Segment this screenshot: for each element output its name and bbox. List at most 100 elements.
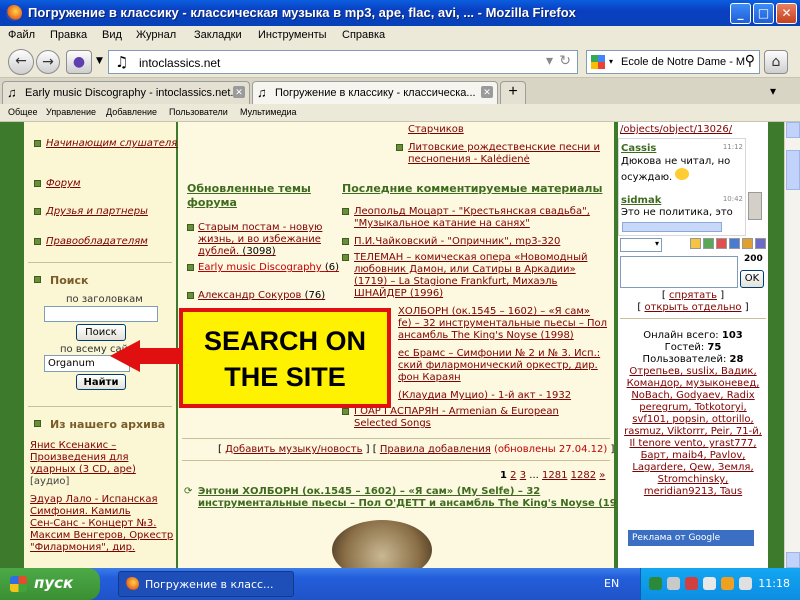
search-button[interactable]: Поиск <box>76 324 126 341</box>
smiley-select[interactable]: ▾ <box>620 238 662 252</box>
link-friends[interactable]: Друзья и партнеры <box>46 206 148 217</box>
archive-item[interactable]: Янис Ксенакис – Произведения для ударных… <box>30 440 136 488</box>
tray-volume-icon[interactable] <box>739 577 752 590</box>
archive-item[interactable]: Эдуар Лало - Испанская Симфония. Камиль … <box>30 494 173 554</box>
home-button[interactable]: ⌂ <box>764 50 788 74</box>
menu-history[interactable]: Журнал <box>136 29 176 41</box>
dropdown-arrow-icon[interactable]: ▼ <box>96 56 103 66</box>
commented-item[interactable]: ес Брамс – Симфонии № 2 и № 3. Исп.: ский… <box>398 348 600 384</box>
refresh-tool-icon[interactable] <box>703 238 714 249</box>
tab-intoclassics[interactable]: ♫ Погружение в классику - классическа...… <box>252 81 498 104</box>
smiley-tool-icon[interactable] <box>690 238 701 249</box>
page-scrollbar[interactable] <box>784 122 800 568</box>
chat-message-input[interactable] <box>620 256 738 288</box>
menu-bookmarks[interactable]: Закладки <box>194 29 242 41</box>
chat-h-scrollbar[interactable] <box>622 222 722 232</box>
updated-topic[interactable]: Early music Discography (6) <box>198 262 339 274</box>
archive-line[interactable]: Эдуар Лало - Испанская <box>30 494 157 505</box>
archive-line[interactable]: "Филармония", дир. <box>30 542 135 553</box>
cancel-tool-icon[interactable] <box>716 238 727 249</box>
close-tab-icon[interactable]: ✕ <box>233 86 245 98</box>
page-link[interactable]: 1282 <box>571 470 596 481</box>
album-cover-image[interactable] <box>332 520 432 568</box>
tray-security-icon[interactable] <box>703 577 716 590</box>
reload-icon[interactable]: ↻ <box>559 53 571 69</box>
chat-scrollbar[interactable] <box>748 192 762 220</box>
commented-item[interactable]: ХОЛБОРН (ок.1545 – 1602) – «Я сам» fe) – … <box>398 306 607 342</box>
toolbar-adding[interactable]: Добавление <box>106 107 157 117</box>
google-icon[interactable] <box>591 55 605 69</box>
chat-ok-button[interactable]: OK <box>740 270 764 288</box>
google-ad-label[interactable]: Реклама от Google <box>628 530 754 546</box>
scroll-thumb[interactable] <box>786 150 800 190</box>
updated-topic[interactable]: Александр Сокуров (76) <box>198 290 325 302</box>
start-button[interactable]: пуск <box>0 568 100 600</box>
new-tab-button[interactable]: + <box>500 81 526 104</box>
top-item[interactable]: Литовские рождественские песни и <box>408 142 600 154</box>
language-indicator[interactable]: EN <box>604 577 619 590</box>
tray-app-icon[interactable] <box>649 577 662 590</box>
toolbar-multimedia[interactable]: Мультимедиа <box>240 107 297 117</box>
menu-view[interactable]: Вид <box>102 29 122 41</box>
object-url-link[interactable]: /objects/object/13026/ <box>620 124 732 135</box>
link-rightholders[interactable]: Правообладателям <box>46 236 148 247</box>
online-user-list[interactable]: Отрепьев, suslix, Вадик, Командор, музык… <box>620 366 766 498</box>
tray-cd-icon[interactable] <box>667 577 680 590</box>
scroll-up-icon[interactable] <box>786 122 800 138</box>
open-separately-link[interactable]: открыть отдельно <box>644 302 741 313</box>
magnifier-icon[interactable]: ⚲ <box>745 53 755 69</box>
book-tool-icon[interactable] <box>742 238 753 249</box>
url-dropdown-icon[interactable]: ▾ <box>546 53 553 69</box>
minimize-button[interactable]: _ <box>730 3 751 24</box>
archive-line[interactable]: Сен-Санс - Концерт №3. <box>30 518 156 529</box>
menu-help[interactable]: Справка <box>342 29 385 41</box>
commented-item[interactable]: (Клаудиа Муцио) - 1-й акт - 1932 <box>398 390 571 402</box>
toolbar-management[interactable]: Управление <box>46 107 96 117</box>
title-search-input[interactable] <box>44 306 158 322</box>
page-link[interactable]: 1281 <box>542 470 567 481</box>
link-beginners[interactable]: Начинающим слушателям <box>46 138 185 150</box>
next-page-link[interactable]: » <box>599 470 605 481</box>
page-link[interactable]: 2 <box>510 470 516 481</box>
chat-user[interactable]: Cassis <box>621 143 656 154</box>
tray-antivirus-icon[interactable] <box>685 577 698 590</box>
tab-early-music[interactable]: ♫ Early music Discography - intoclassics… <box>2 81 250 104</box>
archive-line[interactable]: Максим Венгеров, Оркестр <box>30 530 173 541</box>
url-text[interactable]: intoclassics.net <box>139 56 220 70</box>
menu-file[interactable]: Файл <box>8 29 35 41</box>
tray-shield-icon[interactable] <box>721 577 734 590</box>
search-text[interactable]: Ecole de Notre Dame - M <box>621 56 745 68</box>
archive-line[interactable]: ударных (3 CD, ape) <box>30 464 136 475</box>
find-button[interactable]: Найти <box>76 374 126 390</box>
page-link[interactable]: 3 <box>520 470 526 481</box>
commented-item[interactable]: Леопольд Моцарт - "Крестьянская свадьба"… <box>354 206 590 230</box>
engine-dropdown-icon[interactable]: ▾ <box>609 57 613 66</box>
maximize-button[interactable]: □ <box>753 3 774 24</box>
hide-chat-link[interactable]: спрятать <box>669 290 717 301</box>
top-item[interactable]: песнопения - Kalėdienė <box>408 154 530 166</box>
toolbar-users[interactable]: Пользователи <box>169 107 228 117</box>
forward-button[interactable]: → <box>36 50 60 74</box>
search-bar[interactable]: ▾ Ecole de Notre Dame - M ⚲ <box>586 50 760 74</box>
news-title[interactable]: Энтони ХОЛБОРН (ок.1545 – 1602) – «Я сам… <box>198 486 635 510</box>
archive-line[interactable]: Произведения для <box>30 452 128 463</box>
top-item[interactable]: Старчиков <box>408 124 464 136</box>
window-titlebar[interactable]: Погружение в классику - классическая муз… <box>0 0 800 26</box>
commented-item[interactable]: П.И.Чайковский - "Опричник", mp3-320 <box>354 236 560 248</box>
chat-user[interactable]: sidmak <box>621 195 661 206</box>
back-button[interactable]: ← <box>8 49 34 75</box>
add-music-link[interactable]: Добавить музыку/новость <box>225 444 362 455</box>
archive-line[interactable]: Янис Ксенакис – <box>30 440 116 451</box>
close-tab-icon[interactable]: ✕ <box>481 86 493 98</box>
tab-list-icon[interactable]: ▾ <box>770 84 776 98</box>
taskbar-firefox-window[interactable]: Погружение в класс... <box>118 571 294 597</box>
toolbar-general[interactable]: Общее <box>8 107 37 117</box>
url-bar[interactable]: ♫ intoclassics.net ▾ ↻ <box>108 50 578 74</box>
help-tool-icon[interactable] <box>755 238 766 249</box>
scroll-down-icon[interactable] <box>786 552 800 568</box>
rules-link[interactable]: Правила добавления <box>380 444 491 455</box>
link-forum[interactable]: Форум <box>46 178 81 189</box>
text-tool-icon[interactable] <box>729 238 740 249</box>
menu-tools[interactable]: Инструменты <box>258 29 327 41</box>
commented-item[interactable]: ТЕЛЕМАН – комическая опера «Новомодный лю… <box>354 252 587 300</box>
